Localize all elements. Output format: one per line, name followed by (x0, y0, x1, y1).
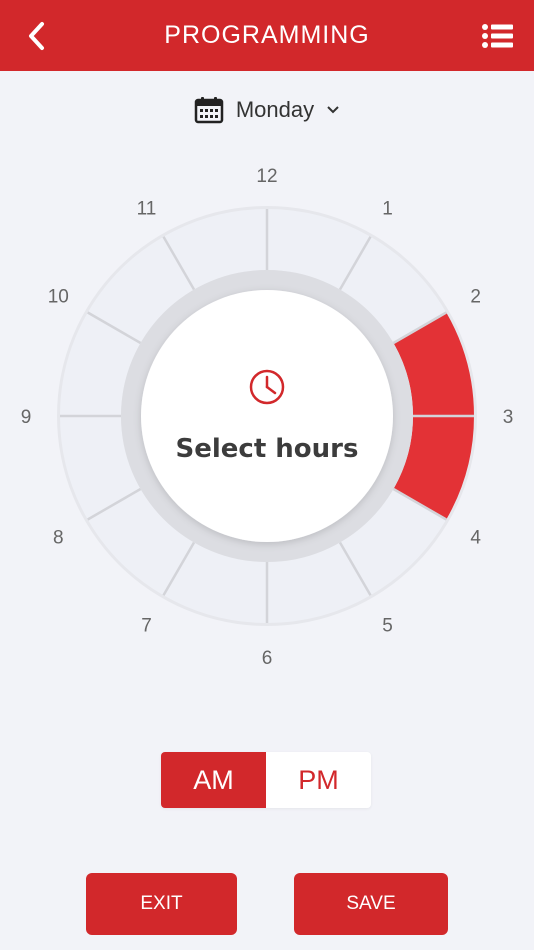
center-button[interactable] (141, 290, 393, 542)
period-toggle: AM PM (161, 752, 371, 808)
save-button[interactable]: SAVE (294, 873, 448, 935)
list-menu-icon[interactable] (480, 18, 516, 54)
chevron-down-icon (327, 106, 339, 114)
page-title: PROGRAMMING (164, 21, 370, 49)
am-option[interactable]: AM (161, 752, 266, 808)
hour-label-2: 2 (470, 287, 481, 308)
hour-label-8: 8 (53, 528, 64, 549)
center-text: Select hours (176, 434, 359, 464)
hour-label-1: 1 (382, 198, 393, 219)
calendar-icon (194, 97, 224, 124)
hour-label-7: 7 (141, 616, 152, 637)
pm-option[interactable]: PM (266, 752, 371, 808)
hour-label-6: 6 (262, 648, 273, 669)
app-header: PROGRAMMING (0, 0, 534, 71)
hour-label-12: 12 (256, 166, 277, 187)
hour-label-11: 11 (137, 198, 157, 219)
hour-dial: Select hours 121234567891011 (21, 166, 514, 669)
hour-label-9: 9 (21, 407, 32, 428)
day-value: Monday (235, 97, 315, 122)
day-selector[interactable]: Monday (0, 90, 534, 130)
hour-label-4: 4 (470, 528, 481, 549)
hour-label-5: 5 (382, 616, 393, 637)
exit-button[interactable]: EXIT (86, 873, 237, 935)
hour-label-10: 10 (48, 287, 69, 308)
hour-label-3: 3 (503, 407, 514, 428)
